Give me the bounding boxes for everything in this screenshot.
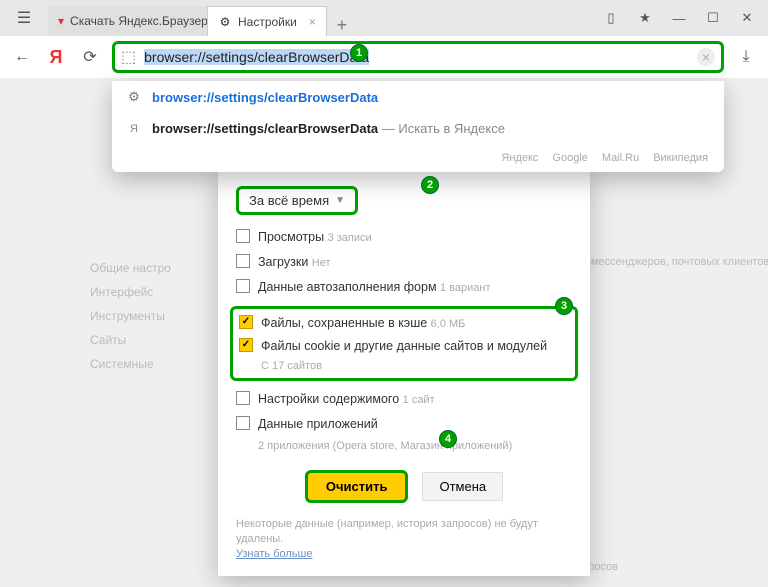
toolbar: ← Я ⟳ ⬚ browser://settings/clearBrowserD… xyxy=(0,36,768,78)
check-cookies[interactable]: ✓ Файлы cookie и другие данные сайтов и … xyxy=(239,338,569,354)
engine-google[interactable]: Google xyxy=(552,152,587,164)
check-hint: 3 записи xyxy=(328,232,372,244)
titlebar: ☰ ▾ Скачать Яндекс.Браузер д ⚙ Настройки… xyxy=(0,0,768,36)
check-sub: С 17 сайтов xyxy=(261,360,569,372)
settings-sidebar: Общие настро Интерфейс Инструменты Сайты… xyxy=(90,256,171,376)
check-hint: 1 вариант xyxy=(440,282,491,294)
address-bar[interactable]: ⬚ browser://settings/clearBrowserData × xyxy=(112,41,724,73)
close-icon[interactable]: × xyxy=(309,15,316,29)
suggestion-text: browser://settings/clearBrowserData — Ис… xyxy=(152,121,505,136)
check-label: Настройки содержимого xyxy=(258,392,399,406)
minimize-button[interactable]: — xyxy=(664,3,694,33)
bookmarks-icon[interactable]: ★ xyxy=(630,3,660,33)
check-hint: 6,0 МБ xyxy=(431,318,466,330)
check-hint: 1 сайт xyxy=(403,394,435,406)
check-label: Загрузки xyxy=(258,255,308,269)
reload-button[interactable]: ⟳ xyxy=(78,45,102,69)
sidebar-item-tools[interactable]: Инструменты xyxy=(90,304,171,328)
check-autofill[interactable]: Данные автозаполнения форм 1 вариант xyxy=(236,279,572,296)
site-info-icon[interactable]: ⬚ xyxy=(121,47,136,67)
browser-chrome: ☰ ▾ Скачать Яндекс.Браузер д ⚙ Настройки… xyxy=(0,0,768,79)
check-cache[interactable]: ✓ Файлы, сохраненные в кэше 6,0 МБ xyxy=(239,315,569,332)
check-content[interactable]: Настройки содержимого 1 сайт xyxy=(236,391,572,408)
checkbox-list: Просмотры 3 записи Загрузки Нет Данные а… xyxy=(236,229,572,452)
tab-settings[interactable]: ⚙ Настройки × xyxy=(208,6,327,36)
tab-yandex-download[interactable]: ▾ Скачать Яндекс.Браузер д xyxy=(48,6,208,36)
back-button[interactable]: ← xyxy=(10,45,34,69)
sidebar-item-general[interactable]: Общие настро xyxy=(90,256,171,280)
tab-label: Настройки xyxy=(238,15,297,29)
engine-wikipedia[interactable]: Википедия xyxy=(653,152,708,164)
sidebar-item-interface[interactable]: Интерфейс xyxy=(90,280,171,304)
check-downloads[interactable]: Загрузки Нет xyxy=(236,254,572,271)
check-sub: 2 приложения (Opera store, Магазин прило… xyxy=(258,440,572,452)
highlighted-group: ✓ Файлы, сохраненные в кэше 6,0 МБ ✓ Фай… xyxy=(230,306,578,381)
time-range-label: За всё время xyxy=(249,193,329,208)
checkbox-icon[interactable] xyxy=(236,279,250,293)
time-range-select[interactable]: За всё время ▼ xyxy=(236,186,358,215)
tab-strip: ▾ Скачать Яндекс.Браузер д ⚙ Настройки ×… xyxy=(48,0,590,36)
suggestion-text: browser://settings/clearBrowserData xyxy=(152,90,378,105)
footnote-text: Некоторые данные (например, история запр… xyxy=(236,518,538,545)
tab-label: Скачать Яндекс.Браузер д xyxy=(70,14,208,28)
downloads-button[interactable]: ⤓ xyxy=(734,48,758,66)
checkbox-icon[interactable]: ✓ xyxy=(239,338,253,352)
check-views[interactable]: Просмотры 3 записи xyxy=(236,229,572,246)
suggestion-settings[interactable]: ⚙ browser://settings/clearBrowserData xyxy=(112,81,724,113)
step-badge-4: 4 xyxy=(439,430,457,448)
check-label: Файлы, сохраненные в кэше xyxy=(261,316,427,330)
learn-more-link[interactable]: Узнать больше xyxy=(236,548,312,560)
clear-data-dialog: За всё время ▼ Просмотры 3 записи Загруз… xyxy=(218,170,590,576)
checkbox-icon[interactable] xyxy=(236,254,250,268)
check-label: Просмотры xyxy=(258,230,324,244)
check-label: Файлы cookie и другие данные сайтов и мо… xyxy=(261,338,547,354)
panels-icon[interactable]: ☰ xyxy=(0,0,48,36)
favicon-yandex: ▾ xyxy=(58,14,64,28)
step-badge-3: 3 xyxy=(555,297,573,315)
checkbox-icon[interactable] xyxy=(236,416,250,430)
checkbox-icon[interactable]: ✓ xyxy=(239,315,253,329)
reader-mode-icon[interactable]: ▯ xyxy=(596,3,626,33)
chevron-down-icon: ▼ xyxy=(335,195,345,206)
check-label: Данные приложений xyxy=(258,416,378,432)
suggestions-dropdown: ⚙ browser://settings/clearBrowserData Я … xyxy=(112,81,724,172)
yandex-logo[interactable]: Я xyxy=(44,45,68,69)
gear-icon: ⚙ xyxy=(218,15,232,29)
sidebar-item-system[interactable]: Системные xyxy=(90,352,171,376)
engine-mailru[interactable]: Mail.Ru xyxy=(602,152,639,164)
cancel-button[interactable]: Отмена xyxy=(422,472,503,501)
suggestion-engines: Яндекс Google Mail.Ru Википедия xyxy=(112,144,724,164)
step-badge-1: 1 xyxy=(350,44,368,62)
sidebar-item-sites[interactable]: Сайты xyxy=(90,328,171,352)
step-badge-2: 2 xyxy=(421,176,439,194)
window-controls: ▯ ★ — ☐ ✕ xyxy=(590,0,768,36)
checkbox-icon[interactable] xyxy=(236,229,250,243)
check-apps[interactable]: Данные приложений xyxy=(236,416,572,432)
check-hint: Нет xyxy=(312,257,331,269)
maximize-button[interactable]: ☐ xyxy=(698,3,728,33)
check-label: Данные автозаполнения форм xyxy=(258,280,437,294)
bg-description: мессенджеров, почтовых клиентов и д xyxy=(591,256,768,268)
address-text[interactable]: browser://settings/clearBrowserData xyxy=(144,49,689,65)
clear-button[interactable]: Очистить xyxy=(305,470,409,503)
yandex-icon: Я xyxy=(126,123,142,135)
dialog-actions: Очистить Отмена xyxy=(236,470,572,503)
new-tab-button[interactable]: + xyxy=(327,15,357,36)
checkbox-icon[interactable] xyxy=(236,391,250,405)
close-window-button[interactable]: ✕ xyxy=(732,3,762,33)
suggestion-search[interactable]: Я browser://settings/clearBrowserData — … xyxy=(112,113,724,144)
dialog-footer: Некоторые данные (например, история запр… xyxy=(236,517,572,562)
gear-icon: ⚙ xyxy=(126,89,142,105)
engine-yandex[interactable]: Яндекс xyxy=(501,152,538,164)
clear-address-icon[interactable]: × xyxy=(697,48,715,66)
